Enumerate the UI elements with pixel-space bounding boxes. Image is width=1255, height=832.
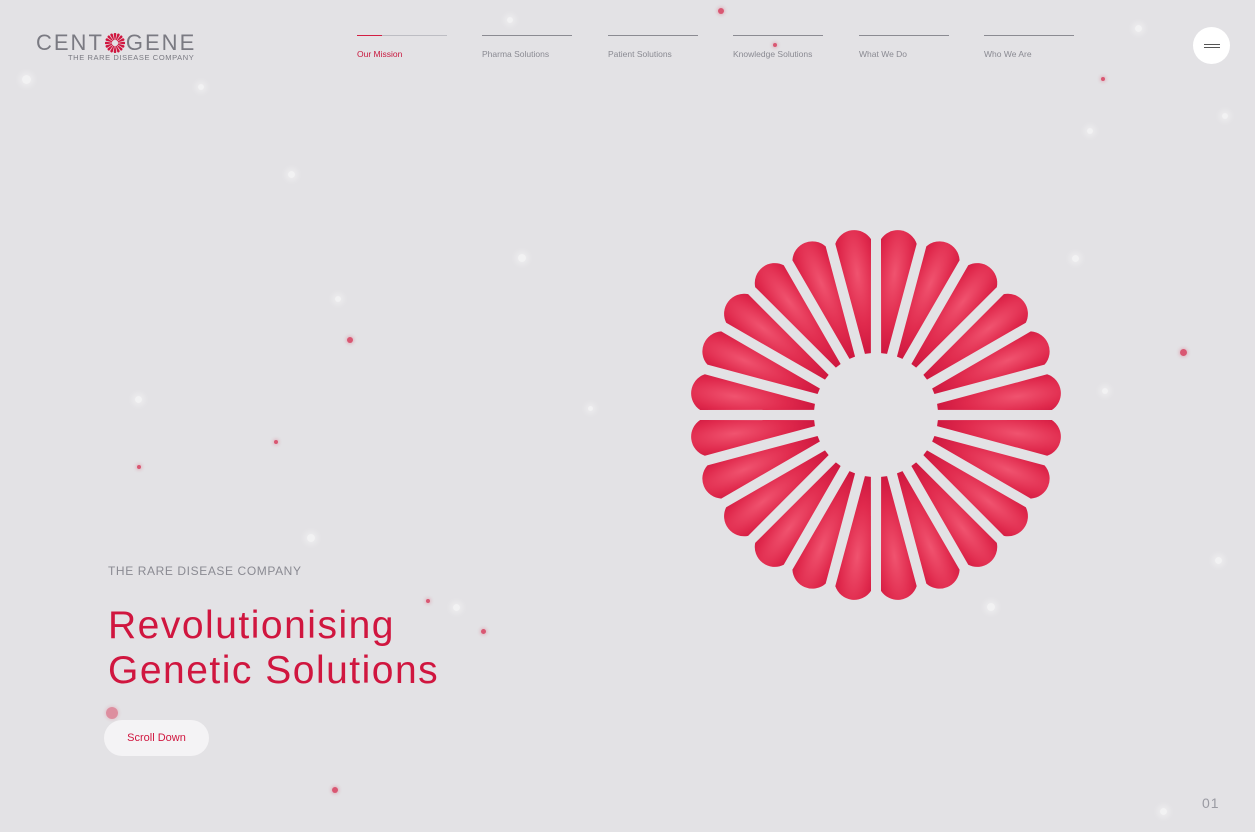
page-number: 01 [1202, 795, 1220, 811]
nav-item-who-we-are[interactable]: Who We Are [984, 35, 1074, 61]
main-navigation: Our Mission Pharma Solutions Patient Sol… [357, 35, 1077, 65]
hero-headline: Revolutionising Genetic Solutions [108, 603, 588, 693]
logo-ray [117, 41, 125, 45]
nav-label: Pharma Solutions [482, 49, 550, 59]
nav-label: Knowledge Solutions [733, 49, 813, 59]
logo-tagline: THE RARE DISEASE COMPANY [68, 53, 195, 62]
scroll-down-button[interactable]: Scroll Down [104, 720, 209, 756]
nav-item-patient-solutions[interactable]: Patient Solutions [608, 35, 698, 61]
nav-divider [984, 35, 1074, 36]
nav-item-knowledge-solutions[interactable]: Knowledge Solutions [733, 35, 823, 61]
logo-ray [104, 41, 112, 45]
nav-divider [482, 35, 572, 36]
logo-ray [113, 46, 117, 53]
logo-ray [113, 33, 117, 40]
nav-label: What We Do [859, 49, 908, 59]
hero-eyebrow: THE RARE DISEASE COMPANY [108, 564, 302, 578]
logo-sun-icon [104, 33, 125, 53]
hero-headline-line-1: Revolutionising [108, 604, 395, 647]
nav-divider [608, 35, 698, 36]
nav-divider [859, 35, 949, 36]
nav-label: Who We Are [984, 49, 1032, 59]
nav-label: Patient Solutions [608, 49, 672, 59]
nav-label: Our Mission [357, 49, 403, 59]
hero-headline-line-2: Genetic Solutions [108, 649, 440, 692]
nav-divider [733, 35, 823, 36]
nav-item-pharma-solutions[interactable]: Pharma Solutions [482, 35, 572, 61]
sunburst-logo-icon [691, 230, 1061, 600]
nav-active-indicator [357, 35, 382, 36]
centogene-logo[interactable]: CENT GENE THE RARE DISEASE COMPANY [36, 30, 196, 66]
nav-item-our-mission[interactable]: Our Mission [357, 35, 447, 61]
nav-item-what-we-do[interactable]: What We Do [859, 35, 949, 61]
menu-button[interactable] [1193, 27, 1230, 64]
